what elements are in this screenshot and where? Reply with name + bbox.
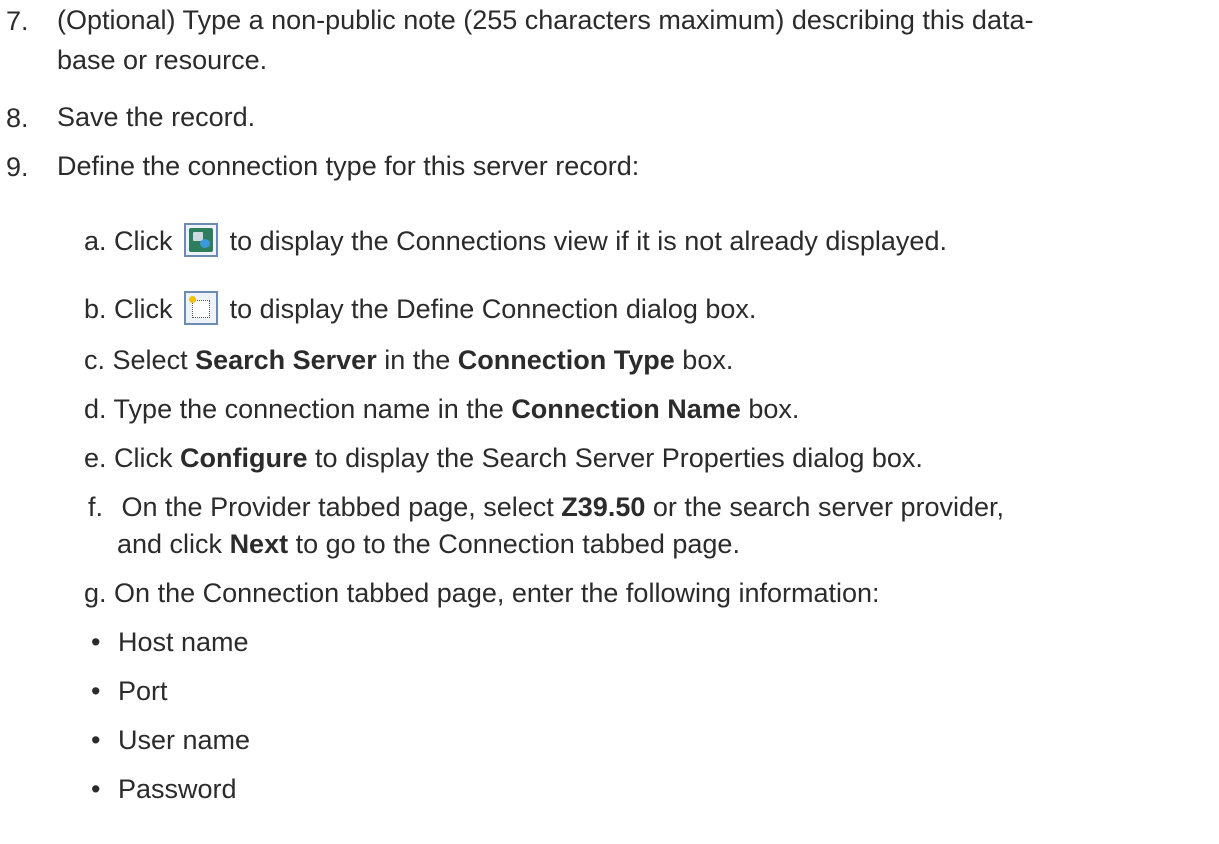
substep-c-bold2: Connection Type [457, 345, 675, 375]
substep-a-letter: a. [84, 226, 107, 256]
substep-c: c. Select Search Server in the Connectio… [84, 340, 733, 380]
substep-e-bold1: Configure [180, 443, 308, 473]
bullet-icon: • [91, 774, 101, 804]
substep-c-letter: c. [84, 345, 106, 375]
connections-view-icon [184, 222, 219, 257]
substep-f-line1: f. On the Provider tabbed page, select Z… [84, 487, 1004, 527]
step-9-number: 9. [6, 152, 29, 182]
substep-d-bold1: Connection Name [511, 394, 741, 424]
step-7-number: 7. [6, 6, 29, 36]
substep-e-post: to display the Search Server Properties … [307, 443, 923, 473]
bullet-text: Password [117, 774, 237, 804]
substep-f-line2-bold: Next [229, 529, 289, 559]
step-7-text-line2: base or resource. [57, 45, 268, 75]
substep-c-bold1: Search Server [195, 345, 377, 375]
bullet-icon: • [91, 676, 101, 706]
substep-c-post: box. [674, 345, 734, 375]
step-7-text-line1: (Optional) Type a non-public note (255 c… [57, 5, 1034, 35]
bullet-item: • Host name [91, 622, 249, 662]
substep-d-letter: d. [84, 394, 107, 424]
step-9-text: Define the connection type for this serv… [57, 151, 640, 181]
substep-b-post: to display the Define Connection dialog … [229, 294, 757, 324]
bullet-icon: • [91, 725, 101, 755]
substep-f-letter: f. [88, 492, 104, 522]
substep-a: a. Click to display the Connections view… [84, 221, 947, 261]
substep-b: b. Click to display the Define Connectio… [84, 289, 756, 329]
step-8-number: 8. [6, 103, 29, 133]
bullet-item: • User name [91, 720, 250, 760]
step-8-text: Save the record. [57, 102, 256, 132]
substep-b-pre: Click [114, 294, 173, 324]
substep-f-pre: On the Provider tabbed page, select [121, 492, 562, 522]
substep-b-letter: b. [84, 294, 107, 324]
substep-a-pre: Click [114, 226, 173, 256]
bullet-text: Host name [117, 627, 249, 657]
substep-f-line2-pre: and click [117, 529, 230, 559]
substep-g-text: On the Connection tabbed page, enter the… [114, 578, 880, 608]
substep-g: g. On the Connection tabbed page, enter … [84, 573, 880, 613]
substep-d: d. Type the connection name in the Conne… [84, 389, 799, 429]
bullet-text: User name [117, 725, 251, 755]
bullet-item: • Password [91, 769, 237, 809]
substep-f-post: or the search server provider, [645, 492, 1005, 522]
substep-c-mid: in the [376, 345, 458, 375]
document: 7. (Optional) Type a non-public note (25… [0, 0, 1219, 844]
bullet-icon: • [91, 627, 101, 657]
substep-e: e. Click Configure to display the Search… [84, 438, 923, 478]
substep-d-pre: Type the connection name in the [113, 394, 512, 424]
substep-d-post: box. [740, 394, 800, 424]
bullet-text: Port [117, 676, 168, 706]
substep-e-letter: e. [84, 443, 107, 473]
substep-c-pre: Select [112, 345, 196, 375]
substep-f-bold1: Z39.50 [561, 492, 646, 522]
bullet-item: • Port [91, 671, 168, 711]
substep-a-post: to display the Connections view if it is… [229, 226, 947, 256]
substep-e-pre: Click [114, 443, 181, 473]
substep-g-letter: g. [84, 578, 107, 608]
define-connection-icon [184, 290, 219, 325]
substep-f-line2-post: to go to the Connection tabbed page. [288, 529, 740, 559]
substep-f-line2: and click Next to go to the Connection t… [117, 524, 740, 564]
